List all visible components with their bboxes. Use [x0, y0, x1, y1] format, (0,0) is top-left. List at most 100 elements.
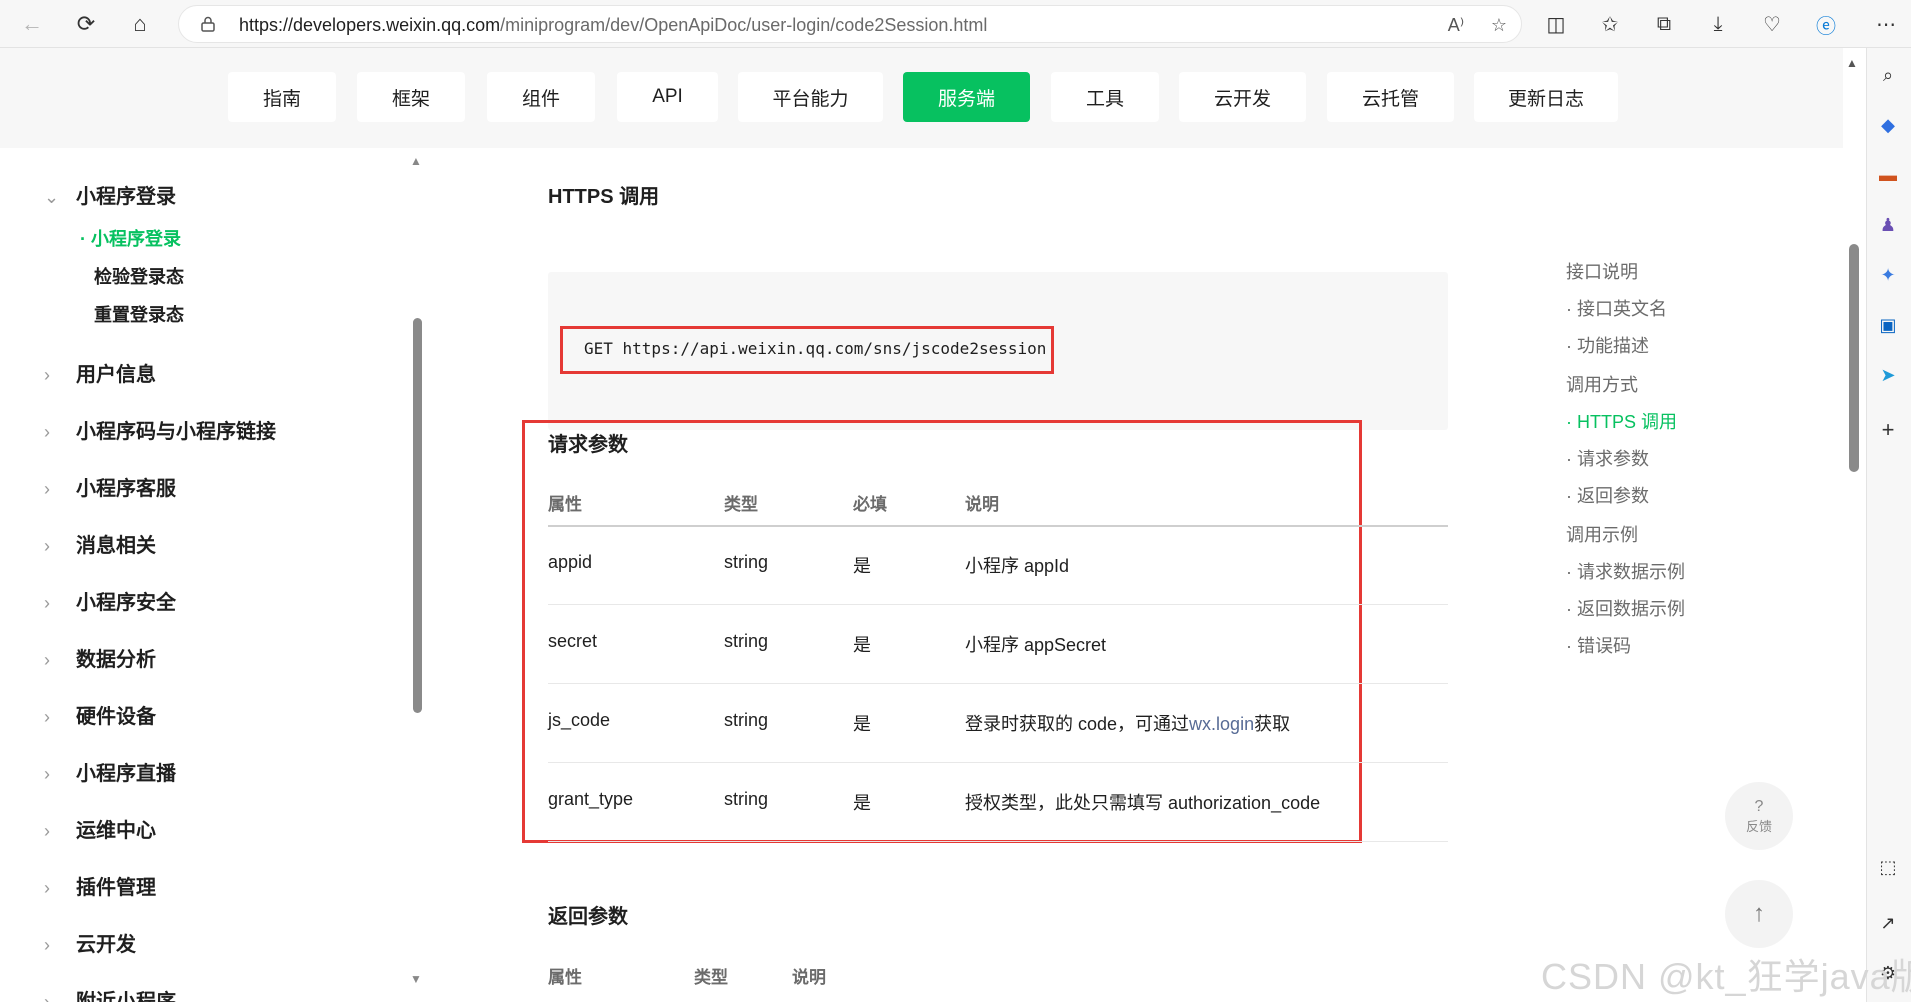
sidebar-item-user-info[interactable]: › 用户信息: [44, 358, 156, 387]
tab-platform[interactable]: 平台能力: [738, 72, 883, 122]
favorites-icon[interactable]: ✩: [1594, 8, 1626, 40]
param-name: appid: [548, 552, 593, 572]
sidebar-item-qrcode[interactable]: › 小程序码与小程序链接: [44, 415, 276, 444]
refresh-icon[interactable]: ⟳: [70, 8, 102, 40]
tab-changelog[interactable]: 更新日志: [1474, 72, 1618, 122]
param-type: string: [724, 789, 769, 809]
address-bar[interactable]: https://developers.weixin.qq.com/minipro…: [178, 5, 1522, 43]
question-icon: ?: [1754, 797, 1764, 815]
games-icon[interactable]: ♟: [1873, 210, 1903, 240]
arrow-up-icon: ↑: [1753, 900, 1765, 927]
sidebar-item-messages[interactable]: › 消息相关: [44, 529, 156, 558]
downloads-icon[interactable]: ⤓: [1702, 8, 1734, 40]
search-icon[interactable]: ⌕: [1873, 60, 1903, 90]
toolbox-icon[interactable]: ▬: [1873, 160, 1903, 190]
column-header: 属性: [548, 968, 582, 987]
header-divider: [548, 525, 1448, 527]
sidebar-item-reset-session[interactable]: 重置登录态: [94, 301, 184, 327]
toc-item[interactable]: · 功能描述: [1566, 332, 1649, 358]
back-to-top-button[interactable]: ↑: [1725, 880, 1793, 948]
url-text: https://developers.weixin.qq.com/minipro…: [239, 15, 988, 35]
scroll-up-icon[interactable]: ▲: [410, 154, 422, 168]
chevron-right-icon: ›: [44, 650, 50, 670]
performance-heart-icon[interactable]: ♡: [1756, 8, 1788, 40]
open-external-icon[interactable]: ↗: [1873, 908, 1903, 938]
column-header: 必填: [853, 495, 887, 514]
toc-item-active[interactable]: · HTTPS 调用: [1566, 408, 1677, 434]
column-header: 说明: [792, 968, 826, 987]
page-scroll-up-icon[interactable]: ▲: [1846, 56, 1858, 70]
param-desc: 授权类型，此处只需填写 authorization_code: [965, 793, 1321, 813]
sidebar-item-analytics[interactable]: › 数据分析: [44, 643, 156, 672]
shopping-tag-icon[interactable]: ◆: [1873, 110, 1903, 140]
toc-item[interactable]: · 请求数据示例: [1566, 558, 1685, 584]
column-header: 说明: [965, 495, 999, 514]
tab-server[interactable]: 服务端: [903, 72, 1030, 122]
chevron-right-icon: ›: [44, 593, 50, 613]
lock-icon: [201, 16, 215, 32]
add-icon[interactable]: +: [1873, 415, 1903, 445]
toc-item[interactable]: 调用方式: [1566, 371, 1638, 397]
row-divider: [548, 841, 1448, 842]
param-name: secret: [548, 631, 598, 651]
tab-cloud-hosting[interactable]: 云托管: [1327, 72, 1454, 122]
screenshot-icon[interactable]: ⬚: [1873, 852, 1903, 882]
sidebar-item-hardware[interactable]: › 硬件设备: [44, 700, 156, 729]
tab-api[interactable]: API: [617, 72, 718, 122]
split-screen-icon[interactable]: ◫: [1540, 8, 1572, 40]
edge-extension-icon[interactable]: ⓔ: [1810, 8, 1842, 40]
param-name: js_code: [548, 710, 611, 730]
wx-login-link[interactable]: wx.login: [1189, 714, 1254, 734]
tab-guide[interactable]: 指南: [228, 72, 336, 122]
sidebar-item-ops[interactable]: › 运维中心: [44, 814, 156, 843]
sidebar-group-login[interactable]: ⌄ 小程序登录: [44, 180, 176, 209]
row-divider: [548, 762, 1448, 763]
param-required: 是: [853, 635, 871, 655]
sidebar-item-login[interactable]: · 小程序登录: [80, 225, 181, 251]
sidebar-item-plugins[interactable]: › 插件管理: [44, 871, 156, 900]
collections-icon[interactable]: ⧉: [1648, 8, 1680, 40]
copilot-icon[interactable]: ✦: [1873, 260, 1903, 290]
request-url: GET https://api.weixin.qq.com/sns/jscode…: [584, 339, 1047, 358]
chevron-right-icon: ›: [44, 878, 50, 898]
sidebar-item-nearby[interactable]: › 附近小程序: [44, 985, 176, 1002]
row-divider: [548, 604, 1448, 605]
param-desc: 登录时获取的 code，可通过wx.login获取: [965, 714, 1291, 734]
page-scrollbar[interactable]: [1849, 244, 1859, 472]
home-icon[interactable]: ⌂: [124, 8, 156, 40]
toc-item[interactable]: · 接口英文名: [1566, 295, 1667, 321]
toc-item[interactable]: · 返回参数: [1566, 482, 1649, 508]
sidebar-item-security[interactable]: › 小程序安全: [44, 586, 176, 615]
tab-cloud-dev[interactable]: 云开发: [1179, 72, 1306, 122]
feedback-button[interactable]: ? 反馈: [1725, 782, 1793, 850]
chevron-right-icon: ›: [44, 479, 50, 499]
more-menu-icon[interactable]: ⋯: [1870, 8, 1902, 40]
tab-framework[interactable]: 框架: [357, 72, 465, 122]
param-required: 是: [853, 793, 871, 813]
toc-item[interactable]: · 请求参数: [1566, 445, 1649, 471]
tab-tools[interactable]: 工具: [1051, 72, 1159, 122]
chevron-down-icon: ⌄: [44, 187, 60, 207]
param-desc: 小程序 appId: [965, 556, 1070, 576]
sidebar-item-cloud[interactable]: › 云开发: [44, 928, 136, 957]
toc-item[interactable]: · 返回数据示例: [1566, 595, 1685, 621]
chevron-right-icon: ›: [44, 707, 50, 727]
chevron-right-icon: ›: [44, 821, 50, 841]
response-params-heading: 返回参数: [548, 906, 628, 928]
back-arrow-icon[interactable]: ←: [16, 8, 48, 40]
telegram-icon[interactable]: ➤: [1873, 360, 1903, 390]
feedback-label: 反馈: [1745, 818, 1772, 834]
read-aloud-icon[interactable]: A⁾: [1443, 12, 1469, 38]
tab-components[interactable]: 组件: [487, 72, 595, 122]
favorite-star-icon[interactable]: ☆: [1486, 12, 1512, 38]
outlook-icon[interactable]: ▣: [1873, 310, 1903, 340]
toc-item[interactable]: 调用示例: [1566, 521, 1638, 547]
scroll-down-icon[interactable]: ▼: [410, 972, 422, 986]
sidebar-scrollbar[interactable]: [413, 318, 422, 713]
sidebar-item-live[interactable]: › 小程序直播: [44, 757, 176, 786]
toc-item[interactable]: · 错误码: [1566, 632, 1631, 658]
sidebar-item-check-session[interactable]: 检验登录态: [94, 263, 184, 289]
column-header: 类型: [694, 968, 728, 987]
sidebar-item-customer-service[interactable]: › 小程序客服: [44, 472, 176, 501]
toc-item[interactable]: 接口说明: [1566, 258, 1638, 284]
